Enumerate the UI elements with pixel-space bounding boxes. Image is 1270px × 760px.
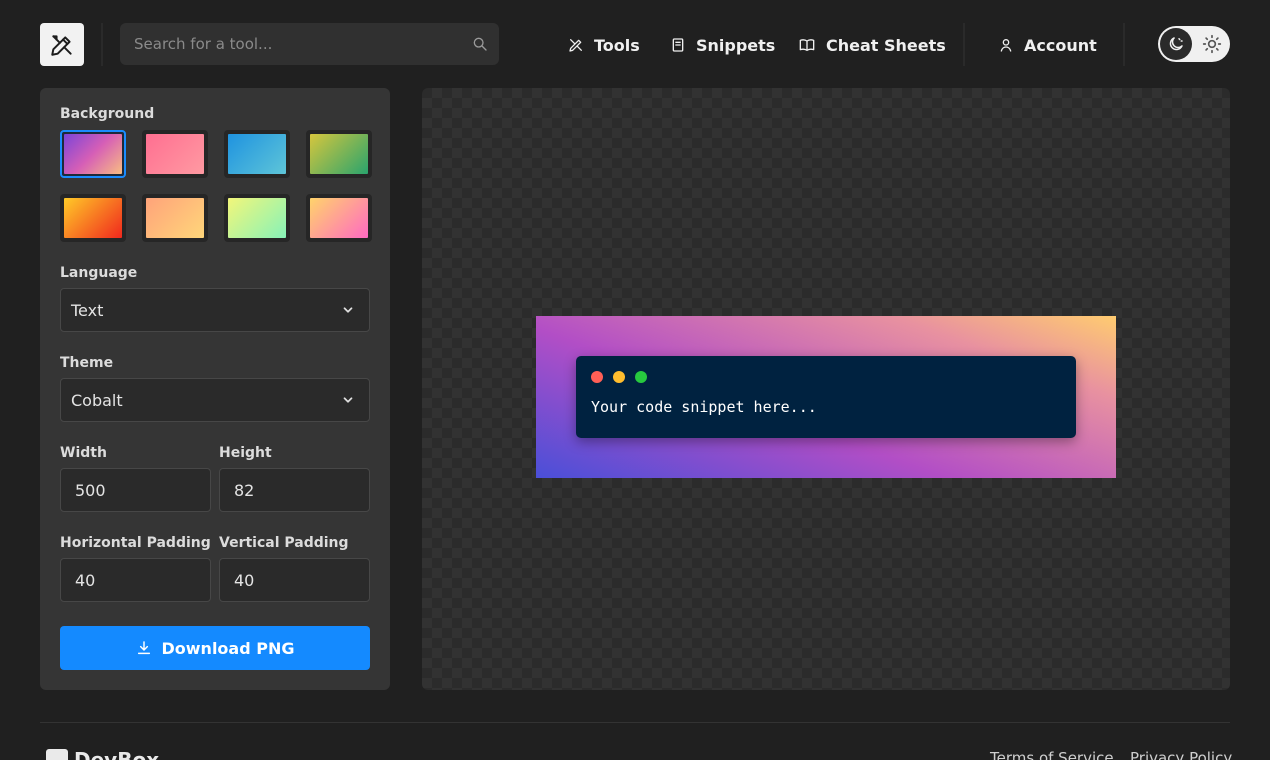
height-field[interactable] — [219, 468, 370, 512]
nav-cheat-sheets[interactable]: Cheat Sheets — [798, 33, 946, 57]
code-window: Your code snippet here... — [576, 356, 1076, 438]
language-value: Text — [71, 300, 104, 320]
window-dot-red — [591, 371, 603, 383]
tools-icon — [569, 39, 582, 52]
background-swatch[interactable] — [306, 130, 372, 178]
preview-area: Your code snippet here... — [422, 88, 1230, 690]
header-divider — [1123, 23, 1125, 66]
code-text[interactable]: Your code snippet here... — [591, 398, 817, 416]
background-swatch[interactable] — [142, 194, 208, 242]
chevron-down-icon — [343, 307, 353, 313]
background-swatch[interactable] — [224, 194, 290, 242]
swatch-gradient — [64, 134, 122, 174]
swatch-gradient — [64, 198, 122, 238]
nav-tools-label: Tools — [594, 35, 640, 55]
snippet-canvas: Your code snippet here... — [536, 316, 1116, 478]
logo-button[interactable] — [40, 23, 84, 66]
chevron-down-icon — [343, 397, 353, 403]
theme-label: Theme — [60, 355, 114, 371]
width-label: Width — [60, 445, 107, 461]
download-icon — [137, 641, 150, 655]
toggle-knob — [1160, 28, 1192, 60]
nav-tools[interactable]: Tools — [568, 33, 640, 57]
top-header: Tools Snippets Cheat Sheets Account — [0, 0, 1270, 88]
search-box[interactable] — [120, 23, 499, 65]
tools-logo-icon — [51, 34, 72, 56]
swatch-gradient — [228, 198, 286, 238]
privacy-link[interactable]: Privacy Policy — [1130, 749, 1232, 760]
book-icon — [799, 39, 815, 51]
window-dot-yellow — [613, 371, 625, 383]
swatch-gradient — [310, 134, 368, 174]
snippet-icon — [672, 38, 684, 52]
footer-divider — [40, 722, 1230, 723]
brand-name: DevBox — [74, 748, 160, 760]
nav-account-label: Account — [1024, 35, 1097, 55]
nav-account[interactable]: Account — [998, 33, 1097, 57]
theme-select[interactable]: Cobalt — [60, 378, 370, 422]
swatch-gradient — [228, 134, 286, 174]
theme-toggle[interactable] — [1158, 26, 1230, 62]
nav-snippets[interactable]: Snippets — [670, 33, 775, 57]
horizontal-padding-field[interactable] — [60, 558, 211, 602]
search-icon[interactable] — [472, 36, 488, 52]
horizontal-padding-label: Horizontal Padding — [60, 535, 211, 551]
height-input[interactable] — [220, 469, 369, 511]
language-select[interactable]: Text — [60, 288, 370, 332]
width-input[interactable] — [61, 469, 210, 511]
brand-logo-icon — [46, 749, 68, 760]
sun-icon — [1202, 34, 1222, 54]
width-field[interactable] — [60, 468, 211, 512]
background-swatch[interactable] — [60, 130, 126, 178]
background-swatch[interactable] — [142, 130, 208, 178]
nav-cheat-sheets-label: Cheat Sheets — [826, 35, 946, 55]
header-divider — [101, 23, 103, 66]
nav-snippets-label: Snippets — [696, 35, 776, 55]
settings-panel: Background Language Text Theme Cobalt Wi… — [40, 88, 390, 690]
swatch-gradient — [146, 198, 204, 238]
terms-link[interactable]: Terms of Service — [990, 749, 1114, 760]
vertical-padding-input[interactable] — [220, 559, 369, 601]
background-swatch[interactable] — [60, 194, 126, 242]
vertical-padding-label: Vertical Padding — [219, 535, 349, 551]
swatch-gradient — [310, 198, 368, 238]
search-input[interactable] — [120, 23, 499, 65]
height-label: Height — [219, 445, 272, 461]
footer-brand[interactable]: DevBox — [46, 748, 159, 760]
horizontal-padding-input[interactable] — [61, 559, 210, 601]
background-label: Background — [60, 106, 155, 122]
header-divider — [963, 23, 965, 66]
user-icon — [1000, 39, 1012, 52]
background-swatch[interactable] — [306, 194, 372, 242]
moon-icon — [1169, 37, 1183, 51]
download-png-button[interactable]: Download PNG — [60, 626, 370, 670]
vertical-padding-field[interactable] — [219, 558, 370, 602]
swatch-gradient — [146, 134, 204, 174]
theme-value: Cobalt — [71, 390, 123, 410]
background-swatch[interactable] — [224, 130, 290, 178]
window-dot-green — [635, 371, 647, 383]
download-label: Download PNG — [161, 638, 295, 658]
language-label: Language — [60, 265, 138, 281]
